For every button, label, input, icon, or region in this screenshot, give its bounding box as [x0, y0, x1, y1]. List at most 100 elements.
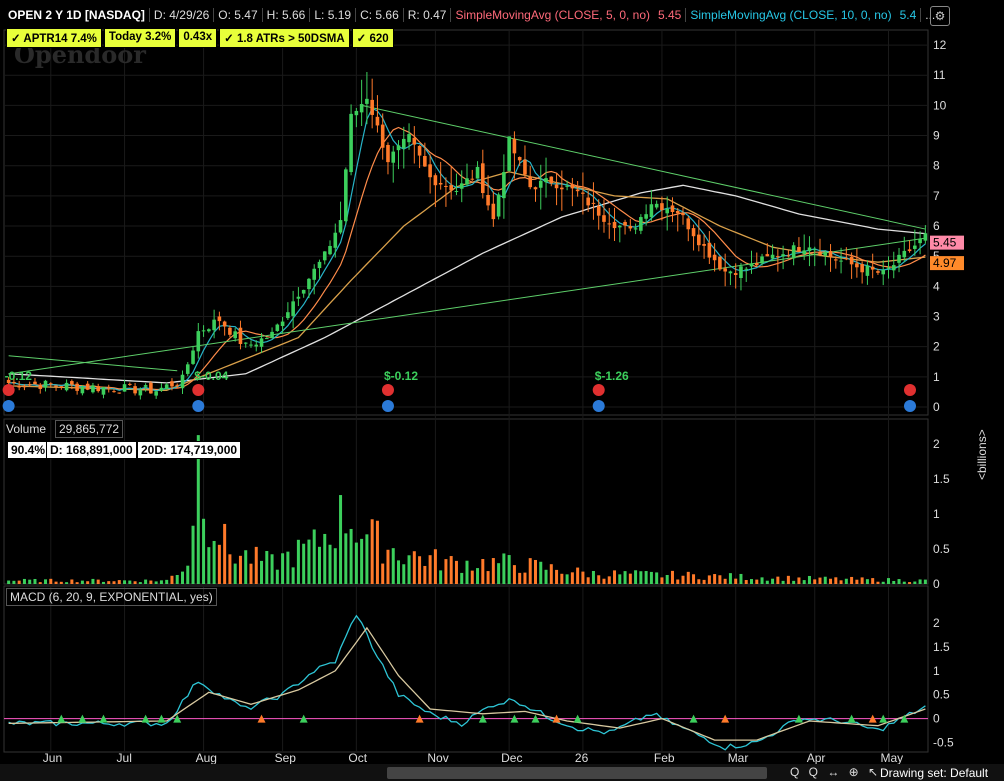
candle-body [533, 187, 538, 190]
price-panel-frame [3, 29, 929, 416]
volume-bar [439, 570, 443, 584]
volume-bar [228, 554, 232, 584]
volume-tick-label: 0 [933, 577, 940, 591]
earnings-phone-icon [192, 384, 205, 396]
volume-bar [175, 575, 179, 584]
volume-bar [123, 580, 127, 584]
sma10-value: 5.4 [896, 8, 922, 22]
settings-gear-icon[interactable]: ⚙ [930, 6, 950, 26]
candle-body [412, 137, 417, 145]
volume-bar [80, 580, 84, 584]
candle-body [644, 214, 648, 219]
volume-bar [397, 560, 401, 584]
candle-body [164, 384, 169, 389]
volume-bar [65, 582, 69, 584]
upcoming-earnings-icon [904, 384, 916, 396]
candle-body [496, 194, 501, 217]
volume-bar [244, 550, 248, 584]
symbol-label[interactable]: OPEN 2 Y 1D [NASDAQ] [4, 8, 150, 22]
volume-bar [507, 555, 511, 584]
macd-label[interactable]: MACD (6, 20, 9, EXPONENTIAL, yes) [6, 588, 217, 606]
candle-body [707, 242, 712, 258]
macd-tick-label: 1.5 [933, 640, 950, 654]
badge-count: ✓ 620 [351, 28, 394, 48]
candle-body [617, 225, 622, 228]
candle-body [238, 327, 243, 345]
volume-bar [518, 572, 522, 584]
sma5-label[interactable]: SimpleMovingAvg (CLOSE, 5, 0, no) [451, 8, 654, 22]
earnings-phone-icon [381, 384, 394, 396]
candle-body [301, 289, 306, 294]
volume-bar [760, 577, 764, 584]
price-tick-label: 7 [933, 189, 940, 203]
price-tick-label: 2 [933, 340, 940, 354]
volume-bar [681, 575, 685, 584]
volume-bar [354, 542, 358, 584]
candle-body [322, 251, 327, 261]
volume-unit-label: <billions> [975, 429, 989, 480]
volume-bar [317, 546, 321, 584]
time-axis-label: Dec [501, 751, 522, 765]
candle-body [149, 382, 153, 394]
volume-bar [186, 565, 190, 584]
earnings-label: $-0.12 [384, 369, 418, 383]
volume-bar [86, 581, 90, 584]
candle-body [43, 380, 48, 388]
candle-body [591, 202, 596, 204]
chart-header: OPEN 2 Y 1D [NASDAQ] D: 4/29/26 O: 5.47 … [4, 5, 939, 25]
candle-body [196, 331, 201, 352]
price-tick-label: 9 [933, 129, 940, 143]
candle-body [923, 233, 928, 241]
volume-bar [59, 581, 63, 584]
volume-bar [697, 579, 701, 584]
candle-body [739, 266, 743, 279]
volume-bar [281, 553, 285, 584]
candle-body [538, 180, 543, 188]
badge-aptr: ✓ APTR14 7.4% [6, 28, 102, 48]
volume-bar [497, 563, 501, 584]
volume-bar [602, 578, 606, 584]
chart-canvas: 0123456789101112JunJulAugSepOctNovDec26F… [2, 29, 964, 765]
candle-body [602, 215, 606, 222]
volume-bar [549, 564, 553, 584]
candle-body [254, 344, 259, 347]
price-tick-label: 4 [933, 279, 940, 293]
candle-body [554, 184, 559, 189]
price-tag-sma50-label: 4.97 [933, 256, 957, 270]
volume-bar [823, 576, 827, 584]
volume-bar [260, 560, 264, 584]
volume-bar [286, 551, 290, 584]
time-scrollbar[interactable] [387, 767, 767, 779]
volume-tick-label: 1 [933, 507, 940, 521]
volume-bar [112, 581, 116, 584]
candle-body [865, 265, 870, 276]
drawing-set-label[interactable]: Drawing set: Default [880, 766, 988, 780]
volume-bar [623, 571, 627, 584]
volume-bar [291, 567, 295, 584]
volume-bar [75, 582, 79, 584]
candle-body [507, 136, 511, 171]
candle-body [338, 220, 343, 233]
volume-bar [233, 563, 237, 584]
zoom-tools[interactable]: Q Q ↔ ⊕ ↖ [790, 765, 881, 779]
volume-bar [781, 580, 785, 584]
price-tick-label: 11 [933, 68, 946, 82]
macd-panel-frame [3, 585, 929, 753]
volume-bar [634, 570, 638, 584]
volume-bar [476, 568, 480, 584]
volume-bar [149, 580, 153, 584]
candle-body [781, 254, 785, 257]
volume-bar [138, 582, 142, 584]
volume-bar [454, 560, 458, 584]
volume-bar [486, 571, 490, 584]
volume-bar [312, 529, 316, 584]
candle-body [38, 385, 43, 389]
candle-body [307, 278, 311, 290]
volume-bar [829, 578, 833, 584]
volume-bar [444, 559, 448, 584]
candle-body [855, 263, 859, 268]
volume-bar [465, 560, 469, 584]
candle-body [259, 338, 264, 347]
sma10-label[interactable]: SimpleMovingAvg (CLOSE, 10, 0, no) [686, 8, 895, 22]
price-tick-label: 12 [933, 38, 947, 52]
